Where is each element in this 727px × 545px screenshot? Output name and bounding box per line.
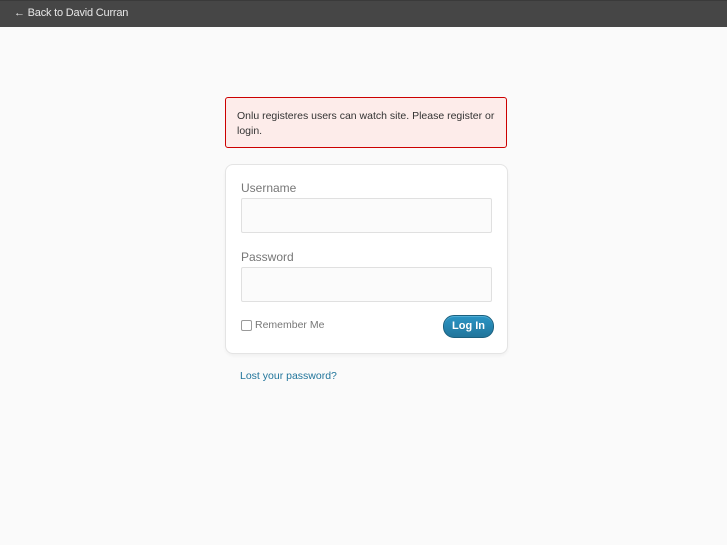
username-label: Username — [241, 181, 297, 195]
error-message-text: Onlu registeres users can watch site. Pl… — [237, 110, 495, 137]
top-bar: ← Back to David Curran — [0, 0, 727, 27]
error-message: Onlu registeres users can watch site. Pl… — [225, 97, 507, 148]
password-input[interactable] — [241, 267, 492, 302]
login-form: Username Password Remember Me Log In — [225, 164, 508, 354]
lost-password-link[interactable]: Lost your password? — [240, 370, 337, 382]
username-input[interactable] — [241, 198, 492, 233]
back-to-blog-link[interactable]: ← Back to David Curran — [14, 7, 128, 19]
remember-me[interactable]: Remember Me — [241, 319, 324, 331]
log-in-button[interactable]: Log In — [443, 315, 494, 338]
password-label: Password — [241, 250, 294, 264]
remember-me-checkbox[interactable] — [241, 319, 252, 331]
remember-me-label: Remember Me — [255, 319, 325, 331]
